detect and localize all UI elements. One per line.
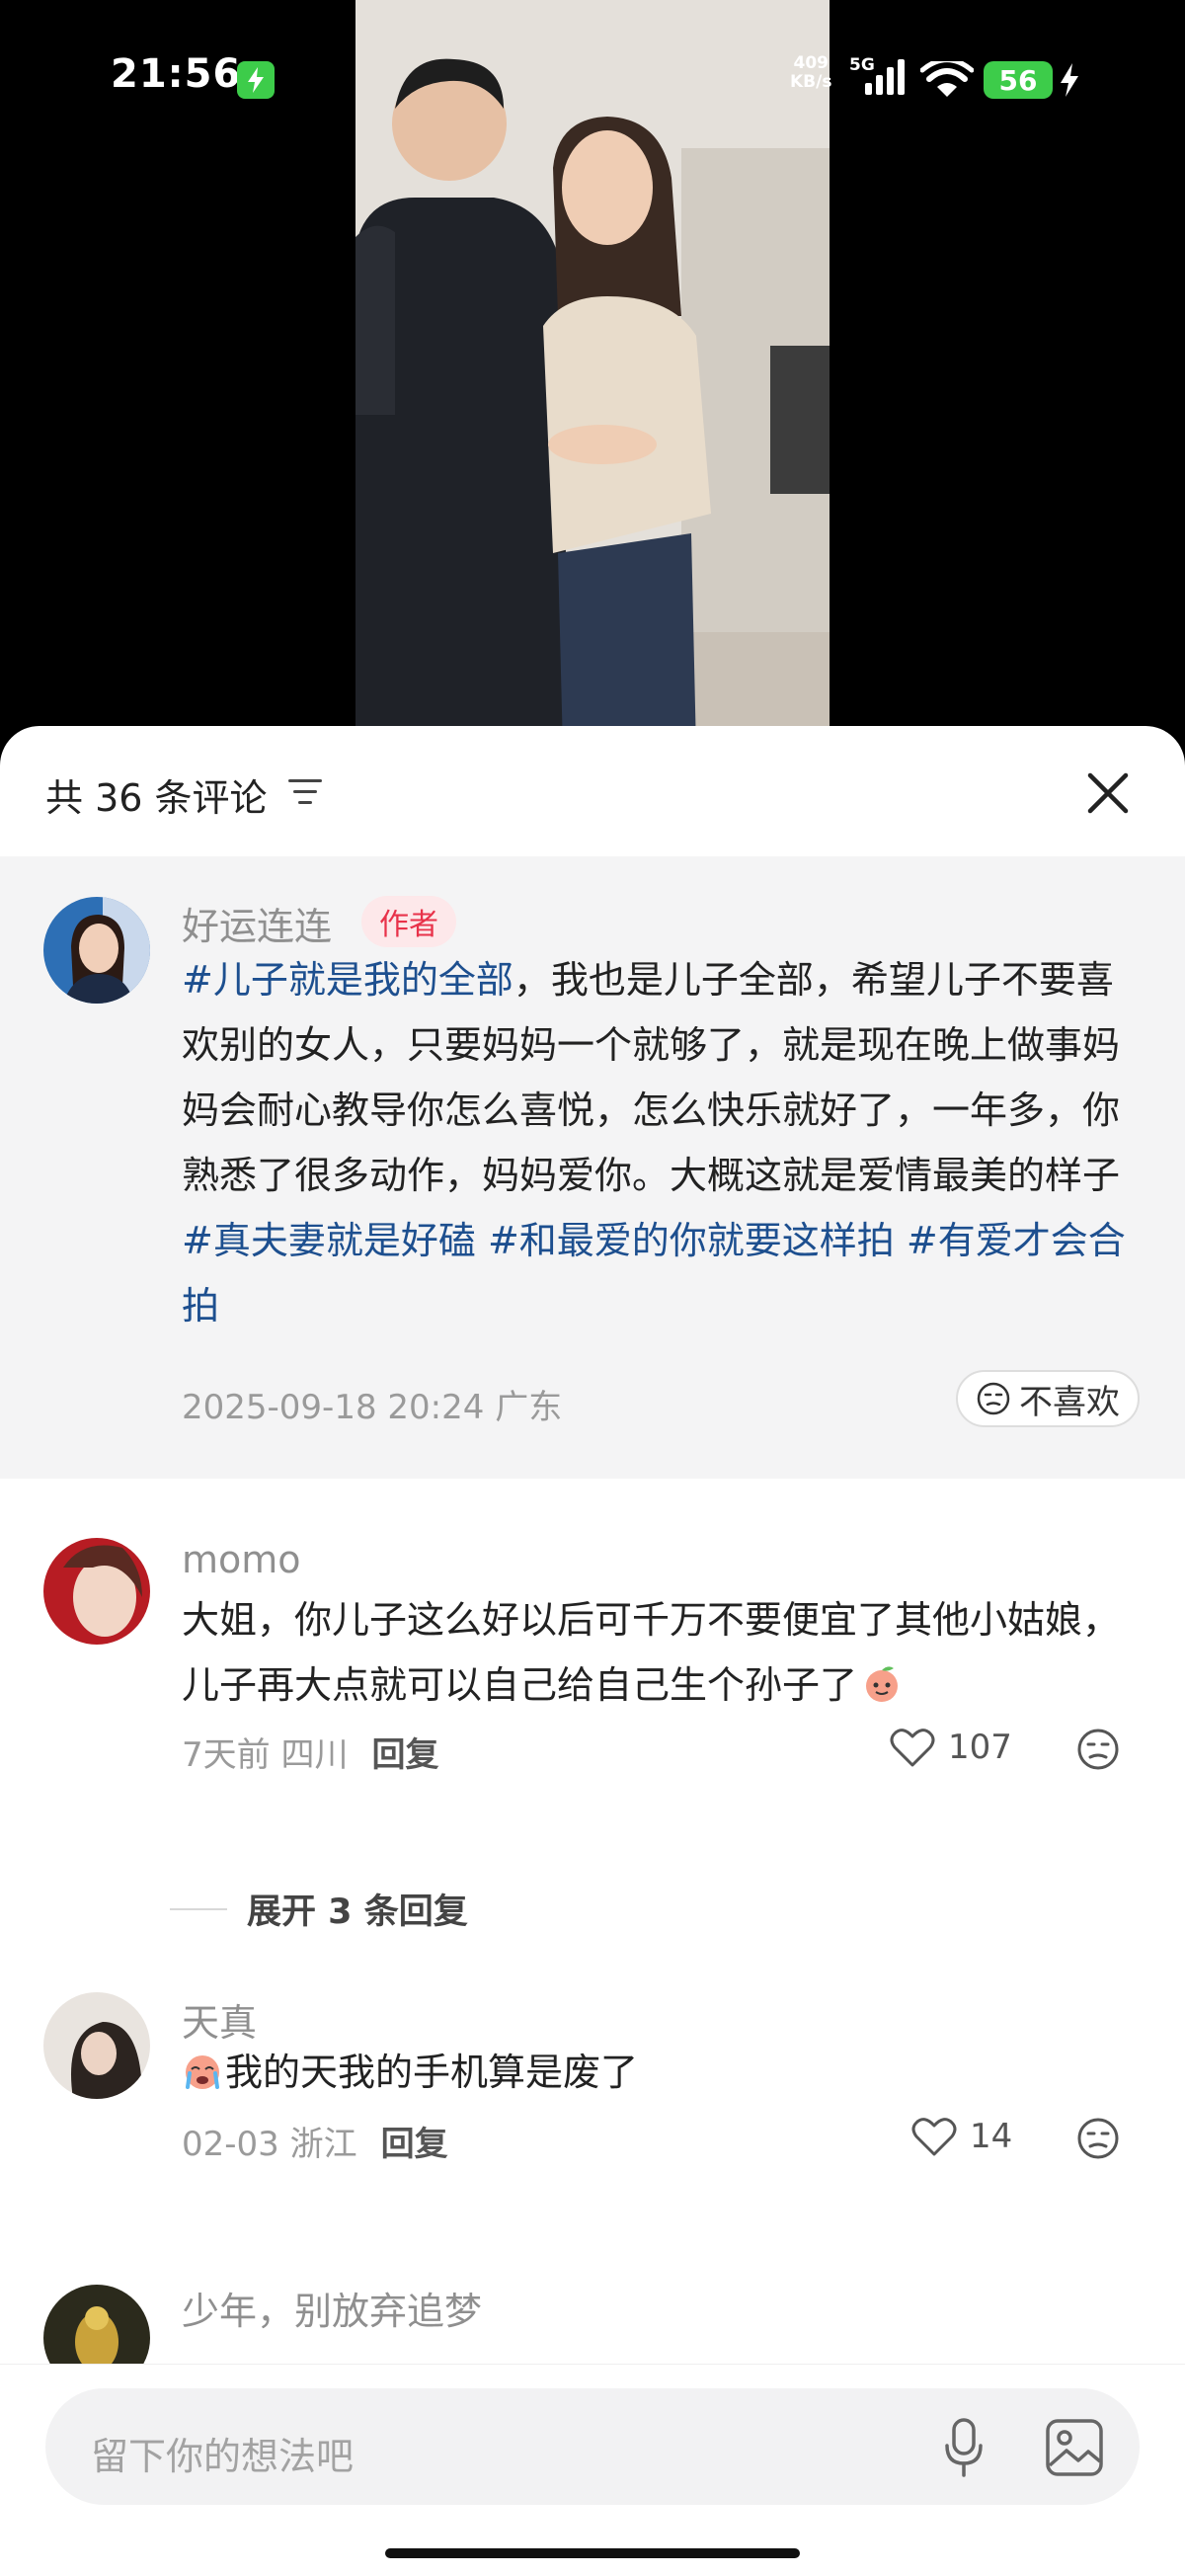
battery-icon: 56 [984, 61, 1053, 99]
heart-icon [911, 2118, 957, 2156]
neutral-face-icon[interactable] [1076, 2117, 1120, 2160]
user-name[interactable]: momo [182, 1538, 301, 1581]
author-badge: 作者 [361, 896, 456, 947]
reply-button[interactable]: 回复 [381, 2125, 448, 2164]
like-count: 14 [970, 2117, 1013, 2156]
user-name[interactable]: 少年，别放弃追梦 [182, 2281, 482, 2335]
hashtag-link[interactable]: #和最爱的你就要这样拍 [488, 1219, 895, 1262]
avatar[interactable] [43, 1992, 150, 2099]
expand-replies-button[interactable]: 展开 3 条回复 [170, 1884, 468, 1934]
bolt-icon [1061, 63, 1078, 97]
divider [170, 1907, 227, 1910]
comment-input-bar: 留下你的想法吧 [0, 2364, 1185, 2576]
reply-button[interactable]: 回复 [371, 1735, 438, 1775]
neutral-face-icon [977, 1382, 1010, 1415]
comment-text: 我的天我的手机算是废了 [182, 2040, 1149, 2105]
comment-meta: 2025-09-18 20:24 广东 [182, 1388, 563, 1427]
sheet-header: 共 36 条评论 [0, 726, 1185, 856]
status-time: 21:56 [111, 51, 242, 97]
like-button[interactable]: 107 [889, 1726, 1012, 1769]
network-speed: 409 KB/s [790, 53, 832, 92]
dislike-label: 不喜欢 [1019, 1382, 1120, 1422]
comment-item: momo 大姐，你儿子这么好以后可千万不要便宜了其他小姑娘，儿子再大点就可以自己… [0, 1538, 1185, 1834]
like-count: 107 [948, 1728, 1012, 1767]
comment-sheet: 共 36 条评论 好运连连 作者 #儿子就是我的全部，我也是儿子全部，希望儿子不… [0, 726, 1185, 2576]
mic-icon[interactable] [944, 2418, 984, 2477]
neutral-face-icon[interactable] [1076, 1728, 1120, 1771]
dislike-button[interactable]: 不喜欢 [956, 1370, 1140, 1427]
input-placeholder: 留下你的想法吧 [91, 2435, 355, 2478]
user-name[interactable]: 好运连连 [182, 896, 332, 950]
comment-count: 共 36 条评论 [45, 776, 268, 820]
user-name[interactable]: 天真 [182, 1992, 257, 2047]
charging-icon [237, 61, 275, 99]
hashtag-link[interactable]: #儿子就是我的全部 [182, 958, 514, 1002]
hashtag-link[interactable]: #真夫妻就是好磕 [182, 1219, 476, 1262]
comment-meta: 7天前 四川 回复 [182, 1735, 439, 1775]
image-icon[interactable] [1045, 2418, 1104, 2477]
heart-icon [890, 1729, 935, 1767]
comment-text-segment [476, 1219, 488, 1262]
comment-text: 大姐，你儿子这么好以后可千万不要便宜了其他小姑娘，儿子再大点就可以自己给自己生个… [182, 1598, 1121, 1707]
peach-emoji [866, 1666, 899, 1702]
comment-item: 天真 我的天我的手机算是废了 02-03 浙江 回复 14 [0, 1992, 1185, 2215]
signal-icon [865, 59, 905, 95]
crying-emoji [186, 2055, 219, 2089]
wifi-icon [920, 61, 974, 97]
avatar[interactable] [43, 1538, 150, 1645]
avatar[interactable] [43, 897, 150, 1004]
expand-replies-label: 展开 3 条回复 [247, 1892, 468, 1932]
author-comment: 好运连连 作者 #儿子就是我的全部，我也是儿子全部，希望儿子不要喜欢别的女人，只… [0, 856, 1185, 1479]
like-button[interactable]: 14 [910, 2115, 1012, 2158]
close-icon[interactable] [1082, 767, 1134, 819]
comment-text: #儿子就是我的全部，我也是儿子全部，希望儿子不要喜欢别的女人，只要妈妈一个就够了… [182, 947, 1140, 1338]
comment-text-segment [895, 1219, 907, 1262]
comment-meta: 02-03 浙江 回复 [182, 2125, 448, 2164]
sort-icon[interactable] [288, 777, 322, 807]
home-indicator[interactable] [385, 2548, 800, 2558]
status-bar: 21:56 409 KB/s 5G 56 [0, 0, 1185, 158]
